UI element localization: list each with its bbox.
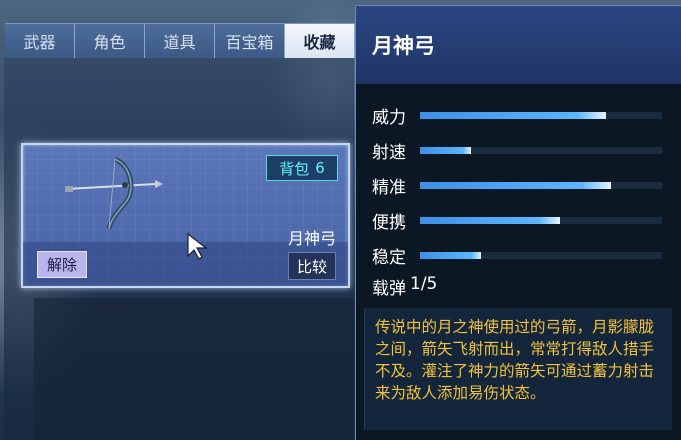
stat-bar (420, 217, 662, 224)
stat-row-power: 威力 (372, 98, 662, 133)
stat-bar (420, 252, 662, 259)
category-tab-bar: 武器 角色 道具 百宝箱 收藏 (5, 23, 355, 58)
ammo-label: 载弹 (372, 279, 406, 299)
stat-bar-fill (420, 147, 471, 154)
mouse-cursor-icon (187, 232, 208, 260)
ammo-value: 1/5 (410, 274, 438, 294)
stat-bar (420, 182, 662, 189)
stat-bar-fill (420, 217, 561, 224)
stat-label: 稳定 (372, 248, 406, 268)
stat-row-accuracy: 精准 (372, 168, 662, 203)
stat-bar (420, 147, 662, 154)
stat-row-portability: 便携 (372, 203, 662, 238)
stat-list: 威力 射速 精准 便携 稳定 (372, 98, 662, 273)
stat-bar-fill (420, 252, 481, 259)
tab-treasure-box[interactable]: 百宝箱 (215, 23, 285, 58)
tab-weapons[interactable]: 武器 (5, 23, 75, 58)
backpack-count: 6 (315, 159, 325, 177)
item-name: 月神弓 (287, 229, 336, 248)
tab-items[interactable]: 道具 (145, 23, 215, 58)
item-details-panel: 月神弓 威力 射速 精准 便携 稳定 载弹 1/5 传说中的月之神使用过的弓箭，… (355, 5, 681, 440)
item-card[interactable]: 背包 6 月神弓 解除 比较 (21, 143, 350, 288)
stat-label: 精准 (372, 178, 406, 198)
ammo-capacity: 载弹 1/5 (372, 274, 437, 299)
details-header: 月神弓 (356, 6, 681, 84)
details-title: 月神弓 (372, 34, 435, 58)
stat-label: 便携 (372, 213, 406, 233)
bow-icon (65, 156, 163, 230)
stat-label: 威力 (372, 108, 406, 128)
stat-bar (420, 112, 662, 119)
stat-row-fire-rate: 射速 (372, 133, 662, 168)
empty-slot-area (34, 298, 354, 440)
backpack-label: 背包 (279, 159, 310, 178)
stat-row-stability: 稳定 (372, 238, 662, 273)
stat-bar-fill (420, 182, 612, 189)
stat-label: 射速 (372, 143, 406, 163)
unequip-button[interactable]: 解除 (37, 251, 87, 278)
tab-characters[interactable]: 角色 (75, 23, 145, 58)
backpack-badge: 背包 6 (266, 155, 338, 181)
tab-collection[interactable]: 收藏 (285, 23, 355, 58)
item-description: 传说中的月之神使用过的弓箭，月影朦胧之间，箭矢飞射而出，常常打得敌人措手不及。灌… (364, 308, 672, 430)
compare-button[interactable]: 比较 (288, 252, 336, 280)
stat-bar-fill (420, 112, 607, 119)
